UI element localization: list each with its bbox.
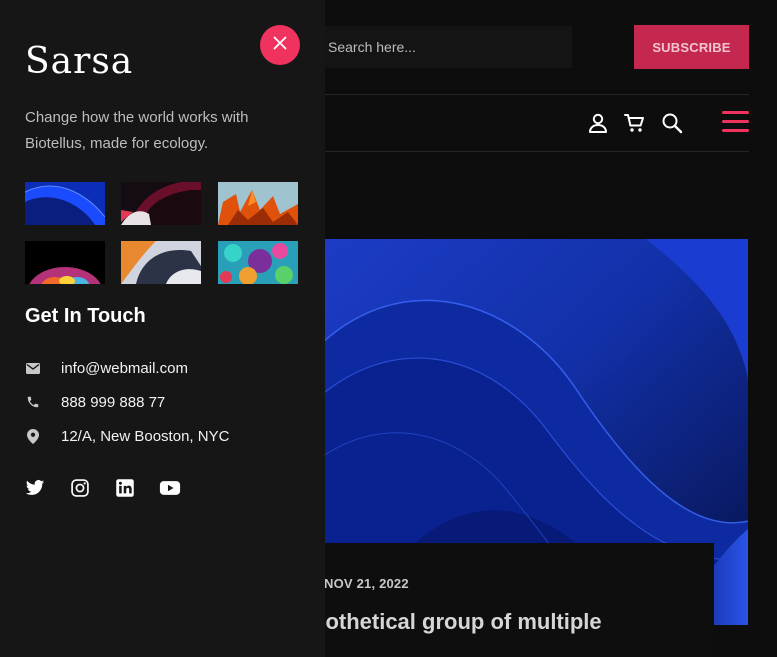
contact-email-text: info@webmail.com [61,359,188,377]
close-icon [273,36,287,55]
article-card[interactable] [316,543,714,657]
user-icon[interactable] [586,111,610,135]
nav-divider [316,151,749,152]
gallery-thumbnail[interactable] [218,241,298,284]
gallery-thumbnail[interactable] [25,182,105,225]
search-icon[interactable] [660,111,684,135]
contact-phone[interactable]: 888 999 888 77 [25,392,165,412]
offcanvas-side-panel: Sarsa Change how the world works with Bi… [0,0,325,657]
contact-address-text: 12/A, New Booston, NYC [61,427,230,445]
gallery-thumbnail[interactable] [121,241,201,284]
subscribe-button[interactable]: SUBSCRIBE [634,25,749,69]
hamburger-menu-icon[interactable] [722,110,749,134]
contact-address[interactable]: 12/A, New Booston, NYC [25,426,229,446]
search-input[interactable]: Search here... [316,26,572,68]
search-placeholder: Search here... [328,39,416,55]
linkedin-icon[interactable] [115,478,135,498]
contact-email[interactable]: info@webmail.com [25,358,188,378]
youtube-icon[interactable] [159,478,181,498]
article-title[interactable]: pothetical group of multiple [312,609,602,635]
header-divider [316,94,749,95]
contact-heading: Get In Touch [25,305,146,327]
phone-icon [25,394,41,410]
gallery-thumbnail[interactable] [121,182,201,225]
contact-phone-text: 888 999 888 77 [61,393,166,411]
gallery-thumbnail[interactable] [25,241,105,284]
site-logo[interactable]: Sarsa [25,44,133,80]
mail-icon [25,360,41,376]
instagram-icon[interactable] [70,478,90,498]
twitter-icon[interactable] [25,478,45,498]
close-panel-button[interactable] [260,25,300,65]
article-date: NOV 21, 2022 [324,576,409,591]
location-pin-icon [25,428,41,444]
gallery-thumbnail[interactable] [218,182,298,225]
panel-tagline: Change how the world works with Biotellu… [25,109,249,152]
cart-icon[interactable] [623,111,647,135]
